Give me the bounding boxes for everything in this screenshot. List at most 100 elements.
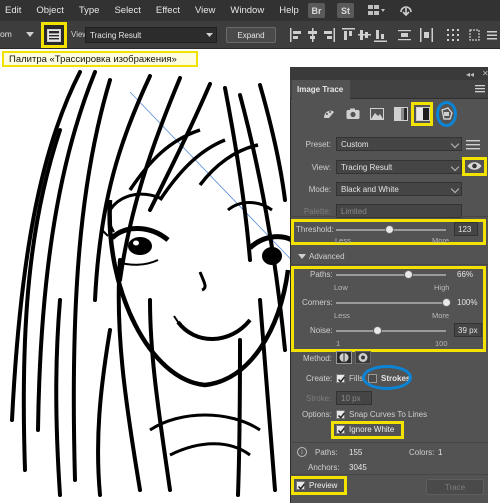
menu-view[interactable]: View xyxy=(195,5,215,16)
menu-select[interactable]: Select xyxy=(114,5,140,16)
divider xyxy=(290,474,488,475)
corners-min-label: Less xyxy=(334,311,350,320)
view-select[interactable]: Tracing Result xyxy=(85,27,217,43)
view-select-value: Tracing Result xyxy=(341,163,393,172)
transform-grid-icon[interactable] xyxy=(446,28,459,42)
menu-help[interactable]: Help xyxy=(279,5,299,16)
method-overlapping-button[interactable] xyxy=(355,351,371,364)
method-abutting-icon xyxy=(339,353,349,362)
align-center-icon[interactable] xyxy=(306,28,319,42)
mode-select-value: Black and White xyxy=(341,185,399,194)
stroke-label: Stroke: xyxy=(306,394,332,403)
panel-menu-icon[interactable] xyxy=(475,84,485,93)
sync-icon[interactable] xyxy=(398,3,414,18)
transform-icon[interactable] xyxy=(468,28,481,42)
method-label: Method: xyxy=(303,354,332,363)
preview-checkbox[interactable] xyxy=(296,481,306,490)
paths-slider-track[interactable] xyxy=(336,274,446,276)
noise-max-label: 100 xyxy=(435,339,448,348)
method-overlapping-icon xyxy=(358,353,368,362)
fills-label: Fills xyxy=(349,374,364,383)
chevron-down-icon xyxy=(450,162,460,172)
mode-select[interactable]: Black and White xyxy=(336,182,462,196)
corners-slider-track[interactable] xyxy=(336,302,446,304)
view-select[interactable]: Tracing Result xyxy=(336,160,462,174)
chevron-down-icon xyxy=(206,33,213,37)
palette-label: Palette: xyxy=(303,207,331,216)
stroke-value-field: 10 px xyxy=(336,391,372,405)
paths-min-label: Low xyxy=(334,283,348,292)
check-icon xyxy=(337,412,346,419)
noise-value-field[interactable]: 39 px xyxy=(454,323,482,337)
threshold-label: Threshold: xyxy=(296,225,334,234)
snap-curves-checkbox[interactable] xyxy=(336,410,346,419)
collapse-panel-icon[interactable]: ◂◂ xyxy=(466,70,474,79)
low-color-preset-icon[interactable] xyxy=(368,105,386,123)
menu-type[interactable]: Type xyxy=(79,5,100,16)
info-icon: i xyxy=(297,447,307,457)
palette-select-value: Limited xyxy=(341,207,367,216)
divider xyxy=(290,264,488,265)
tab-image-trace[interactable]: Image Trace xyxy=(292,80,350,99)
image-trace-panel-button[interactable] xyxy=(41,22,67,48)
advanced-label[interactable]: Advanced xyxy=(309,252,345,261)
corners-slider-knob[interactable] xyxy=(441,298,451,307)
stock-icon[interactable]: St xyxy=(337,3,354,18)
check-icon xyxy=(337,376,346,383)
outline-preset-circle xyxy=(436,101,457,127)
fills-checkbox[interactable] xyxy=(336,374,346,383)
divider xyxy=(290,216,488,217)
align-bottom-icon[interactable] xyxy=(374,28,387,42)
preset-select[interactable]: Custom xyxy=(336,137,462,151)
distribute-spacing-icon[interactable] xyxy=(420,28,433,42)
panel-menu-icon[interactable] xyxy=(486,28,499,42)
threshold-min-label: Less xyxy=(335,236,351,245)
menu-effect[interactable]: Effect xyxy=(156,5,180,16)
advanced-disclosure-icon[interactable] xyxy=(298,254,306,259)
paths-max-label: High xyxy=(434,283,450,292)
view-label: View: xyxy=(311,163,331,172)
grayscale-preset-icon[interactable] xyxy=(392,105,410,123)
stroke-value: 10 px xyxy=(341,394,361,403)
trace-button[interactable]: Trace xyxy=(426,479,484,495)
bridge-icon[interactable]: Br xyxy=(308,3,325,18)
align-middle-icon[interactable] xyxy=(358,28,371,42)
ignore-white-checkbox[interactable] xyxy=(336,425,346,434)
ignore-white-label: Ignore White xyxy=(349,425,395,434)
align-top-icon[interactable] xyxy=(342,28,355,42)
threshold-max-label: More xyxy=(432,236,450,245)
chevron-down-icon xyxy=(450,139,460,149)
preset-list-icon[interactable] xyxy=(466,139,480,150)
distribute-icon[interactable] xyxy=(398,28,411,42)
paths-value[interactable]: 66% xyxy=(457,270,473,279)
check-icon xyxy=(337,427,346,434)
preset-value: om xyxy=(0,29,12,39)
auto-color-preset-icon[interactable] xyxy=(320,105,338,123)
method-abutting-button[interactable] xyxy=(336,351,352,364)
menu-bar: Edit Object Type Select Effect View Wind… xyxy=(0,0,500,21)
corners-label: Corners: xyxy=(302,298,333,307)
chevron-down-icon[interactable] xyxy=(26,32,34,38)
eye-icon[interactable] xyxy=(467,161,482,171)
snap-curves-label: Snap Curves To Lines xyxy=(349,410,428,419)
workspace-grid-icon[interactable] xyxy=(366,3,386,18)
threshold-value-field[interactable]: 123 xyxy=(454,222,478,236)
colors-stat-value: 1 xyxy=(438,448,443,457)
options-label: Options: xyxy=(302,410,332,419)
noise-slider-track[interactable] xyxy=(336,330,446,332)
close-icon[interactable]: ✕ xyxy=(482,69,489,78)
menu-object[interactable]: Object xyxy=(36,5,63,16)
paths-label: Paths: xyxy=(310,270,333,279)
preset-select-value: Custom xyxy=(341,140,369,149)
expand-button[interactable]: Expand xyxy=(226,27,276,43)
high-color-preset-icon[interactable] xyxy=(344,105,362,123)
tooltip-image-trace-palette: Палитра «Трассировка изображения» xyxy=(2,51,198,67)
divider xyxy=(290,442,488,443)
corners-value[interactable]: 100% xyxy=(457,298,477,307)
preset-label: Preset: xyxy=(305,140,331,149)
menu-edit[interactable]: Edit xyxy=(5,5,21,16)
align-right-icon[interactable] xyxy=(322,28,335,42)
colors-stat-label: Colors: xyxy=(409,448,435,457)
menu-window[interactable]: Window xyxy=(230,5,264,16)
align-left-icon[interactable] xyxy=(290,28,303,42)
